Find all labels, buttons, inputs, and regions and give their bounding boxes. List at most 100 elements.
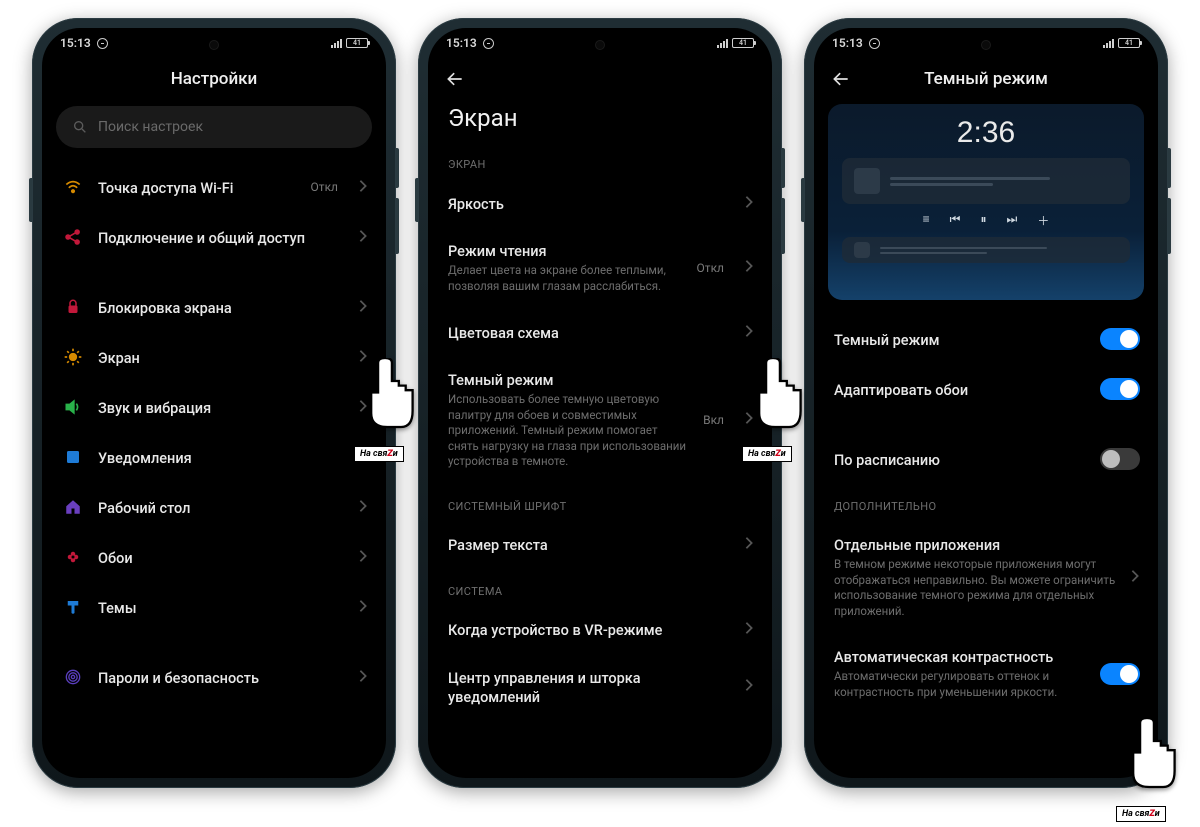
list-icon: ≡ — [923, 212, 930, 229]
chevron-right-icon — [358, 668, 368, 687]
section-label: СИСТЕМНЫЙ ШРИФТ — [428, 484, 772, 521]
row-label: Подключение и общий доступ — [98, 230, 305, 247]
settings-row-security[interactable]: Пароли и безопасность — [42, 652, 386, 702]
row-label: Пароли и безопасность — [98, 670, 259, 687]
brush-icon — [62, 596, 84, 618]
row-label: Размер текста — [448, 537, 548, 554]
settings-row-connection-sharing[interactable]: Подключение и общий доступ — [42, 212, 386, 262]
row-label: Блокировка экрана — [98, 300, 232, 317]
pause-icon: ⏸ — [980, 212, 986, 229]
section-label: ЭКРАН — [428, 142, 772, 179]
display-row-brightness[interactable]: Яркость — [428, 179, 772, 227]
chevron-right-icon — [358, 448, 368, 467]
alarm-icon — [869, 38, 880, 49]
sun-icon — [62, 346, 84, 368]
display-row-vr-mode[interactable]: Когда устройство в VR-режиме — [428, 606, 772, 654]
row-label: Когда устройство в VR-режиме — [448, 622, 662, 639]
prev-icon: ⏮ — [950, 212, 961, 229]
row-label: Автоматическая контрастность — [834, 649, 1053, 666]
phones-row: 15:13 41 Настройки Поиск настроек Точка … — [0, 0, 1200, 806]
header: Темный режим — [814, 58, 1158, 98]
toggle-row-dark-mode-toggle[interactable]: Темный режим — [814, 314, 1158, 364]
preview-media-controls: ≡ ⏮ ⏸ ⏭ ＋ — [842, 212, 1130, 229]
chevron-right-icon — [358, 178, 368, 197]
row-label: По расписанию — [834, 452, 940, 469]
battery-icon: 41 — [732, 38, 754, 48]
volume-icon — [62, 396, 84, 418]
preview-clock: 2:36 — [842, 116, 1130, 150]
square-icon — [62, 446, 84, 468]
status-time: 15:13 — [446, 36, 477, 50]
row-label: Обои — [98, 550, 133, 567]
toggle-switch[interactable] — [1100, 328, 1140, 350]
dark-mode-preview: 2:36 ≡ ⏮ ⏸ ⏭ ＋ — [828, 104, 1144, 300]
settings-row-themes[interactable]: Темы — [42, 582, 386, 632]
row-individual-apps[interactable]: Отдельные приложения В темном режиме нек… — [814, 521, 1158, 633]
display-settings-list[interactable]: ЭКРАН Яркость Режим чтения Делает цвета … — [428, 142, 772, 778]
signal-icon — [1103, 39, 1114, 48]
toggle-row-auto-contrast[interactable]: Автоматическая контрастность Автоматичес… — [814, 633, 1158, 714]
page-title: Экран — [428, 98, 772, 142]
camera-punch-hole — [209, 40, 219, 50]
row-label: Темный режим — [448, 372, 554, 389]
row-label: Звук и вибрация — [98, 400, 211, 417]
battery-icon: 41 — [1118, 38, 1140, 48]
chevron-right-icon — [744, 258, 754, 277]
settings-row-display[interactable]: Экран — [42, 332, 386, 382]
page-title: Темный режим — [830, 69, 1142, 89]
chevron-right-icon — [358, 228, 368, 247]
search-placeholder: Поиск настроек — [98, 119, 203, 135]
status-time: 15:13 — [832, 36, 863, 50]
section-label: СИСТЕМА — [428, 569, 772, 606]
display-row-dark-mode[interactable]: Темный режим Использовать более темную ц… — [428, 356, 772, 484]
back-button[interactable] — [444, 68, 466, 90]
settings-row-home-screen[interactable]: Рабочий стол — [42, 482, 386, 532]
row-label: Режим чтения — [448, 243, 547, 260]
dark-mode-list[interactable]: Темный режим Адаптировать обои По распис… — [814, 314, 1158, 778]
display-row-color-scheme[interactable]: Цветовая схема — [428, 308, 772, 356]
phone-1-screen: 15:13 41 Настройки Поиск настроек Точка … — [42, 28, 386, 778]
chevron-right-icon — [744, 677, 754, 696]
preview-media-card — [842, 158, 1130, 204]
display-row-control-center[interactable]: Центр управления и шторка уведомлений — [428, 654, 772, 720]
row-label: Экран — [98, 350, 140, 367]
settings-list[interactable]: Точка доступа Wi-Fi Откл Подключение и о… — [42, 162, 386, 778]
signal-icon — [717, 39, 728, 48]
chevron-right-icon — [744, 323, 754, 342]
alarm-icon — [97, 38, 108, 49]
settings-row-wifi-hotspot[interactable]: Точка доступа Wi-Fi Откл — [42, 162, 386, 212]
chevron-right-icon — [358, 398, 368, 417]
row-subtext: Использовать более темную цветовую палит… — [448, 392, 689, 470]
settings-row-sound[interactable]: Звук и вибрация — [42, 382, 386, 432]
row-subtext: Делает цвета на экране более теплыми, по… — [448, 263, 683, 294]
toggle-switch[interactable] — [1100, 663, 1140, 685]
row-label: Цветовая схема — [448, 325, 559, 342]
row-value: Вкл — [703, 413, 724, 427]
phone-2-screen: 15:13 41 Экран ЭКРАН Яркость — [428, 28, 772, 778]
row-subtext: Автоматически регулировать оттенок и кон… — [834, 669, 1086, 700]
phone-2-frame: 15:13 41 Экран ЭКРАН Яркость — [418, 18, 782, 788]
toggle-switch[interactable] — [1100, 378, 1140, 400]
lock-icon — [62, 296, 84, 318]
chevron-right-icon — [744, 620, 754, 639]
toggle-row-schedule[interactable]: По расписанию — [814, 434, 1158, 484]
display-row-reading-mode[interactable]: Режим чтения Делает цвета на экране боле… — [428, 227, 772, 308]
display-row-text-size[interactable]: Размер текста — [428, 521, 772, 569]
phone-3-frame: 15:13 41 Темный режим 2:36 — [804, 18, 1168, 788]
preview-notif-card — [842, 237, 1130, 263]
search-input[interactable]: Поиск настроек — [56, 106, 372, 148]
toggle-switch[interactable] — [1100, 448, 1140, 470]
settings-row-notifications[interactable]: Уведомления — [42, 432, 386, 482]
settings-row-lock-screen[interactable]: Блокировка экрана — [42, 282, 386, 332]
settings-row-wallpaper[interactable]: Обои — [42, 532, 386, 582]
toggle-row-adapt-wallpaper[interactable]: Адаптировать обои — [814, 364, 1158, 414]
share-icon — [62, 226, 84, 248]
chevron-right-icon — [358, 298, 368, 317]
search-icon — [72, 119, 88, 135]
row-label: Рабочий стол — [98, 500, 190, 517]
row-subtext: В темном режиме некоторые приложения мог… — [834, 557, 1116, 619]
flower-icon — [62, 546, 84, 568]
phone-3-screen: 15:13 41 Темный режим 2:36 — [814, 28, 1158, 778]
chevron-right-icon — [358, 548, 368, 567]
row-label: Центр управления и шторка уведомлений — [448, 670, 641, 706]
